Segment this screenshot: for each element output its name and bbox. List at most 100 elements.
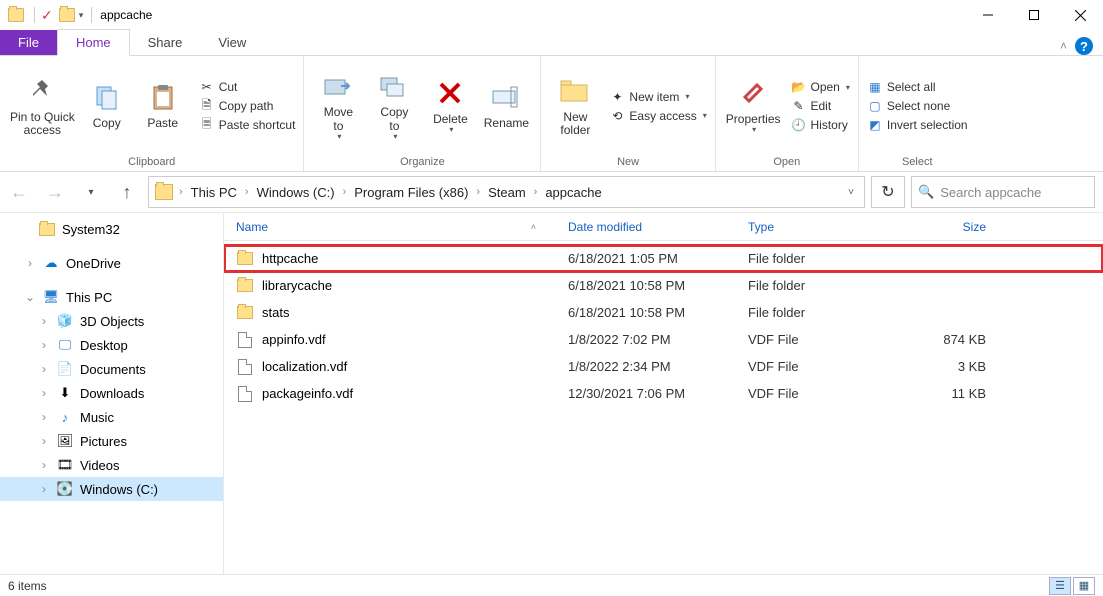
- file-name: librarycache: [262, 278, 332, 293]
- maximize-button[interactable]: [1011, 0, 1057, 30]
- table-row[interactable]: librarycache6/18/2021 10:58 PMFile folde…: [224, 272, 1103, 299]
- crumb-appcache[interactable]: appcache: [539, 185, 607, 200]
- address-dropdown-icon[interactable]: ˅: [840, 187, 862, 198]
- pictures-icon: 🖼: [56, 433, 74, 449]
- tree-item-desktop[interactable]: › 🖵 Desktop: [0, 333, 223, 357]
- cell-date: 6/18/2021 10:58 PM: [556, 278, 736, 293]
- chevron-right-icon[interactable]: ›: [243, 186, 251, 198]
- col-name[interactable]: Name ˄: [224, 220, 556, 234]
- cell-type: VDF File: [736, 332, 886, 347]
- expand-icon[interactable]: ›: [38, 482, 50, 496]
- crumb-program-files[interactable]: Program Files (x86): [348, 185, 474, 200]
- chevron-right-icon[interactable]: ›: [341, 186, 349, 198]
- back-button[interactable]: ←: [4, 177, 34, 207]
- tree-item-music[interactable]: › ♪ Music: [0, 405, 223, 429]
- chevron-down-icon: ▾: [846, 83, 850, 92]
- properties-button[interactable]: Properties ▾: [722, 75, 785, 137]
- scissors-icon: ✂: [199, 79, 215, 95]
- chevron-right-icon[interactable]: ›: [532, 186, 540, 198]
- copy-to-button[interactable]: Copy to ▾: [366, 68, 422, 143]
- select-none-button[interactable]: ▢ Select none: [865, 97, 970, 115]
- collapse-icon[interactable]: ⌄: [24, 290, 36, 304]
- tree-item-system32[interactable]: System32: [0, 217, 223, 241]
- tab-share[interactable]: Share: [130, 30, 201, 55]
- edit-button[interactable]: ✎ Edit: [789, 97, 852, 115]
- cell-type: VDF File: [736, 359, 886, 374]
- title-separator: [91, 7, 92, 23]
- tab-home[interactable]: Home: [57, 29, 130, 56]
- pin-to-quick-access-button[interactable]: Pin to Quick access: [6, 73, 79, 139]
- crumb-thispc[interactable]: This PC: [185, 185, 243, 200]
- navigation-pane[interactable]: System32 › ☁ OneDrive ⌄ 🖥 This PC › 🧊 3D…: [0, 213, 224, 574]
- copy-path-button[interactable]: 🗎 Copy path: [197, 97, 298, 115]
- tree-item-videos[interactable]: › 🎞 Videos: [0, 453, 223, 477]
- history-icon: 🕘: [791, 117, 807, 133]
- cut-button[interactable]: ✂ Cut: [197, 78, 298, 96]
- crumb-steam[interactable]: Steam: [482, 185, 532, 200]
- close-button[interactable]: [1057, 0, 1103, 30]
- edit-icon: ✎: [791, 98, 807, 114]
- paste-shortcut-button[interactable]: 🗏 Paste shortcut: [197, 116, 298, 134]
- file-name: appinfo.vdf: [262, 332, 326, 347]
- open-icon: 📂: [791, 79, 807, 95]
- tree-item-pictures[interactable]: › 🖼 Pictures: [0, 429, 223, 453]
- table-row[interactable]: packageinfo.vdf12/30/2021 7:06 PMVDF Fil…: [224, 380, 1103, 407]
- qat-dropdown-icon[interactable]: ▾: [79, 10, 84, 21]
- sort-ascending-icon: ˄: [531, 222, 536, 232]
- rename-button[interactable]: Rename: [478, 79, 534, 132]
- window-title: appcache: [100, 8, 152, 22]
- recent-locations-button[interactable]: ▾: [76, 177, 106, 207]
- group-open: Properties ▾ 📂 Open ▾ ✎ Edit 🕘 History: [716, 56, 859, 171]
- move-to-button[interactable]: Move to ▾: [310, 68, 366, 143]
- paste-button[interactable]: Paste: [135, 79, 191, 132]
- col-size[interactable]: Size: [886, 220, 996, 234]
- tree-item-downloads[interactable]: › ⬇ Downloads: [0, 381, 223, 405]
- table-row[interactable]: stats6/18/2021 10:58 PMFile folder: [224, 299, 1103, 326]
- col-date[interactable]: Date modified: [556, 220, 736, 234]
- main-area: System32 › ☁ OneDrive ⌄ 🖥 This PC › 🧊 3D…: [0, 212, 1103, 574]
- expand-icon[interactable]: ›: [24, 256, 36, 270]
- history-button[interactable]: 🕘 History: [789, 116, 852, 134]
- new-folder-button[interactable]: New folder: [547, 73, 603, 139]
- tree-item-onedrive[interactable]: › ☁ OneDrive: [0, 251, 223, 275]
- file-name: packageinfo.vdf: [262, 386, 353, 401]
- details-view-button[interactable]: ☰: [1049, 577, 1071, 595]
- address-bar[interactable]: › This PC › Windows (C:) › Program Files…: [148, 176, 865, 208]
- table-row[interactable]: localization.vdf1/8/2022 2:34 PMVDF File…: [224, 353, 1103, 380]
- chevron-down-icon: ▾: [752, 126, 756, 135]
- tree-item-windows-c[interactable]: › 💽 Windows (C:): [0, 477, 223, 501]
- tree-item-thispc[interactable]: ⌄ 🖥 This PC: [0, 285, 223, 309]
- open-button[interactable]: 📂 Open ▾: [789, 78, 852, 96]
- forward-button[interactable]: →: [40, 177, 70, 207]
- select-all-button[interactable]: ▦ Select all: [865, 78, 970, 96]
- minimize-button[interactable]: [965, 0, 1011, 30]
- tree-item-3dobjects[interactable]: › 🧊 3D Objects: [0, 309, 223, 333]
- tree-item-documents[interactable]: › 📄 Documents: [0, 357, 223, 381]
- easy-access-button[interactable]: ⟲ Easy access ▾: [607, 107, 708, 125]
- table-row[interactable]: httpcache6/18/2021 1:05 PMFile folder: [224, 245, 1103, 272]
- copy-button[interactable]: Copy: [79, 79, 135, 132]
- crumb-windows-c[interactable]: Windows (C:): [251, 185, 341, 200]
- icons-view-button[interactable]: ▦: [1073, 577, 1095, 595]
- group-clipboard: Pin to Quick access Copy Paste ✂ Cut: [0, 56, 304, 171]
- collapse-ribbon-icon[interactable]: ˄: [1060, 39, 1067, 53]
- invert-selection-button[interactable]: ◩ Invert selection: [865, 116, 970, 134]
- tab-file[interactable]: File: [0, 30, 57, 55]
- table-row[interactable]: appinfo.vdf1/8/2022 7:02 PMVDF File874 K…: [224, 326, 1103, 353]
- tab-view[interactable]: View: [200, 30, 264, 55]
- refresh-button[interactable]: ↻: [871, 176, 905, 208]
- qat-newfolder-icon[interactable]: [59, 8, 75, 22]
- chevron-right-icon[interactable]: ›: [177, 186, 185, 198]
- col-type[interactable]: Type: [736, 220, 886, 234]
- new-item-button[interactable]: ✦ New item ▾: [607, 88, 708, 106]
- search-input[interactable]: 🔍 Search appcache: [911, 176, 1095, 208]
- group-organize: Move to ▾ Copy to ▾ Delete ▾: [304, 56, 541, 171]
- chevron-down-icon: ▾: [337, 133, 341, 142]
- cell-type: File folder: [736, 305, 886, 320]
- up-button[interactable]: ↑: [112, 177, 142, 207]
- qat-properties-icon[interactable]: ✓: [41, 7, 53, 24]
- onedrive-icon: ☁: [42, 255, 60, 271]
- delete-button[interactable]: Delete ▾: [422, 75, 478, 137]
- help-icon[interactable]: ?: [1075, 37, 1093, 55]
- chevron-right-icon[interactable]: ›: [474, 186, 482, 198]
